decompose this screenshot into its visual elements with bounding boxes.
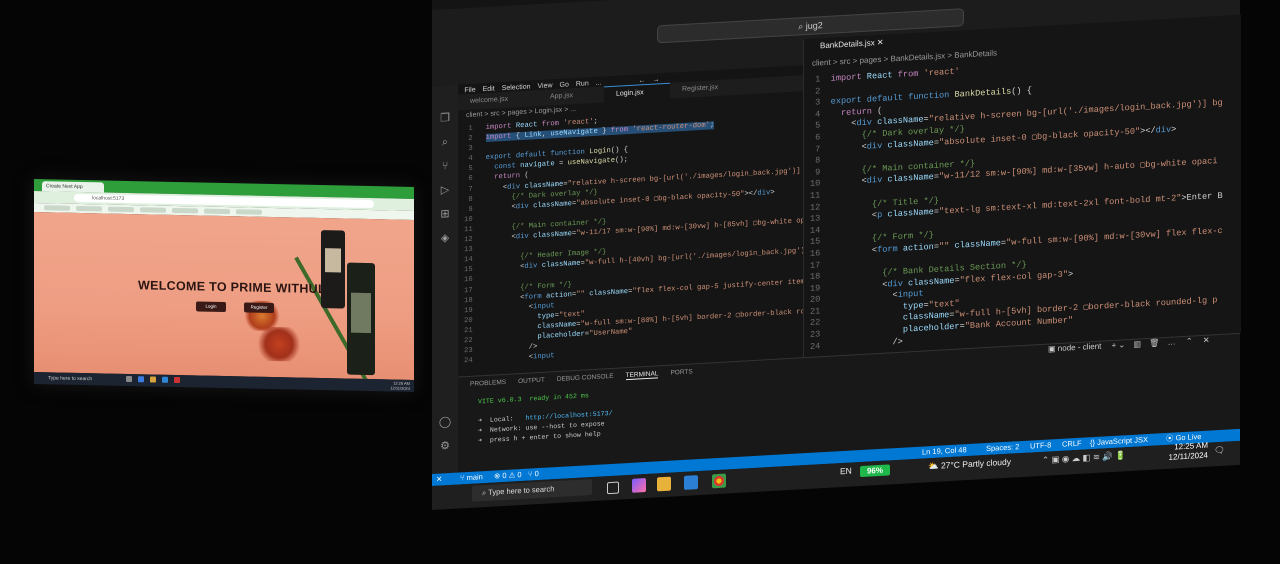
left-clock: 12:25 AM 12/11/2024 xyxy=(384,380,410,391)
bookmark-item[interactable] xyxy=(140,207,166,213)
left-taskbar-search[interactable]: Type here to search xyxy=(48,374,118,383)
editor-group-right: BankDetails.jsx ✕ client > src > pages >… xyxy=(803,14,1241,358)
terminal-vite: VITE v6.0.3 ready in 452 ms xyxy=(478,392,589,406)
bottle-label xyxy=(325,248,341,273)
branch-name: main xyxy=(466,472,483,483)
taskbar-app-icon[interactable] xyxy=(162,376,168,383)
taskbar-app-icon[interactable] xyxy=(138,376,144,383)
tab-debug-console[interactable]: DEBUG CONSOLE xyxy=(557,373,614,383)
taskbar-app-icon[interactable] xyxy=(174,376,180,384)
tab-bankdetails[interactable]: BankDetails.jsx ✕ xyxy=(804,35,884,55)
notifications-icon[interactable]: 🗨 xyxy=(1214,445,1225,457)
remote-indicator-icon[interactable]: ✕ xyxy=(436,473,442,485)
explorer-icon[interactable]: ❐ xyxy=(438,111,452,126)
tab-register[interactable]: Register.jsx xyxy=(670,79,740,99)
bookmark-item[interactable] xyxy=(76,205,102,212)
new-terminal-icon[interactable]: + xyxy=(1112,341,1117,350)
login-button[interactable]: Login xyxy=(196,301,226,313)
more-icon[interactable]: … xyxy=(1168,337,1176,346)
taskbar-search-text: Type here to search xyxy=(488,484,555,497)
register-button[interactable]: Register xyxy=(244,302,274,314)
editor-group-left: welcome.jsx App.jsx Login.jsx Register.j… xyxy=(458,75,818,377)
web-page: WELCOME TO PRIME WITHUL Login Register xyxy=(34,212,414,380)
trash-icon[interactable]: 🗑 xyxy=(1149,338,1159,348)
maximize-panel-icon[interactable]: ⌃ xyxy=(1186,336,1193,345)
tab-problems[interactable]: PROBLEMS xyxy=(470,379,506,388)
code-editor-bankdetails[interactable]: 1 import React from 'react' 2 3 export d… xyxy=(810,52,1223,353)
chrome-icon[interactable] xyxy=(712,473,726,489)
run-debug-icon[interactable]: ▷ xyxy=(438,183,452,198)
tab-ports[interactable]: PORTS xyxy=(670,368,692,376)
left-monitor: Create Next App localhost:5173 WELCOME T… xyxy=(34,179,414,392)
clock[interactable]: 12:25 AM 12/11/2024 xyxy=(1162,441,1208,464)
account-icon[interactable]: ◯ xyxy=(438,415,452,430)
copilot-icon[interactable] xyxy=(632,478,646,493)
vscode-taskbar-icon[interactable] xyxy=(684,475,698,490)
python-icon[interactable]: ◈ xyxy=(438,231,452,246)
battery-badge[interactable]: 96% xyxy=(860,464,890,478)
tab-app[interactable]: App.jsx xyxy=(538,86,604,106)
terminal-local-label: ➜ Local: xyxy=(478,415,514,425)
chevron-down-icon[interactable]: ⌄ xyxy=(1119,340,1126,349)
terminal-icon: ▣ xyxy=(1048,344,1056,354)
file-explorer-icon[interactable] xyxy=(657,476,671,492)
tab-output[interactable]: OUTPUT xyxy=(518,377,545,385)
code-editor-login[interactable]: 1 import React from 'react'; 2 import { … xyxy=(464,104,818,366)
bookmark-item[interactable] xyxy=(236,209,262,215)
extensions-icon[interactable]: ⊞ xyxy=(438,207,452,222)
activity-bar: ❐ ⌕ ⑂ ▷ ⊞ ◈ ◯ ⚙ xyxy=(432,84,458,500)
task-view-icon[interactable] xyxy=(607,481,619,495)
left-clock-date: 12/11/2024 xyxy=(390,385,410,391)
settings-gear-icon[interactable]: ⚙ xyxy=(438,439,452,454)
tab-terminal[interactable]: TERMINAL xyxy=(625,370,659,381)
taskbar-app-icon[interactable] xyxy=(126,375,132,383)
flower-image xyxy=(254,326,304,362)
bookmark-item[interactable] xyxy=(108,206,134,213)
bookmark-item[interactable] xyxy=(172,207,198,214)
bottle-label xyxy=(351,292,371,334)
close-panel-icon[interactable]: ✕ xyxy=(1203,336,1210,345)
ports-indicator[interactable]: ⑂ 0 xyxy=(528,468,539,481)
tab-close-icon[interactable]: ✕ xyxy=(877,38,884,47)
terminal-name[interactable]: node - client xyxy=(1058,342,1102,353)
split-terminal-icon[interactable]: ▥ xyxy=(1133,339,1141,348)
right-monitor: ⌕ jug2 — ❐ ✕ ◆ FileEditSelectionViewGoRu… xyxy=(432,0,1241,510)
taskbar-app-icon[interactable] xyxy=(150,376,156,383)
language-indicator[interactable]: EN xyxy=(840,466,852,477)
search-icon[interactable]: ⌕ xyxy=(438,135,452,150)
source-control-icon[interactable]: ⑂ xyxy=(438,159,452,174)
tab-welcome[interactable]: welcome.jsx xyxy=(458,90,538,110)
command-search-text: jug2 xyxy=(805,20,823,32)
tab-login[interactable]: Login.jsx xyxy=(604,82,670,103)
tab-bankdetails-label: BankDetails.jsx xyxy=(820,38,875,51)
bookmark-item[interactable] xyxy=(44,205,70,211)
bookmark-item[interactable] xyxy=(204,208,230,215)
